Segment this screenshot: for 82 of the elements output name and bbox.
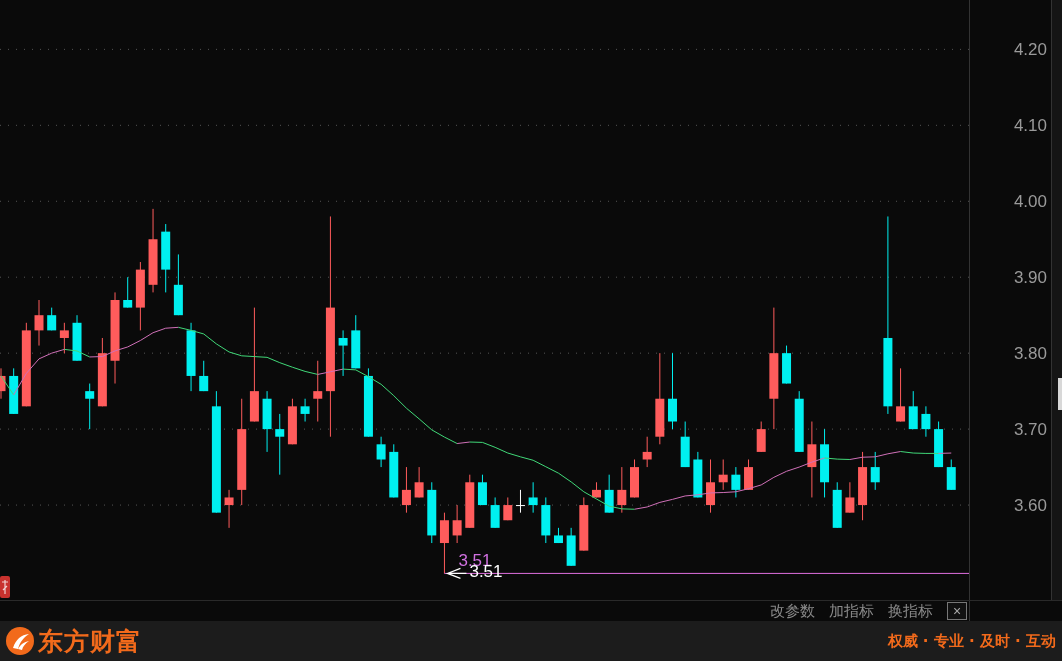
candlestick [820, 428, 830, 498]
axis-label: 3.60 [1013, 496, 1047, 516]
candlestick [731, 466, 741, 498]
candlestick [135, 261, 145, 331]
candlestick [173, 253, 183, 316]
candlestick [718, 459, 728, 491]
scrollbar[interactable] [1052, 0, 1062, 600]
candlestick [908, 390, 918, 430]
candlestick [59, 322, 69, 354]
candlestick [832, 481, 842, 529]
candlestick [452, 504, 462, 544]
close-button[interactable]: × [947, 602, 967, 620]
candlestick [9, 367, 19, 415]
candlestick [351, 314, 361, 369]
candlestick [858, 451, 868, 521]
axis-label: 4.00 [1013, 192, 1047, 212]
brand-name: 东方财富 [38, 625, 142, 658]
candlestick [199, 360, 209, 392]
candlestick [515, 489, 525, 514]
axis-label: 3.90 [1013, 268, 1047, 288]
candlestick [161, 223, 171, 293]
candlestick [503, 496, 513, 521]
toolbar-link[interactable]: 换指标 [888, 602, 933, 620]
candlestick [338, 329, 348, 377]
candlestick [642, 436, 652, 468]
candlestick [554, 527, 563, 544]
candlestick [870, 451, 880, 491]
candlestick [72, 314, 82, 362]
candlestick [427, 481, 437, 544]
candlestick [85, 383, 95, 430]
candlestick [604, 474, 614, 514]
badge-icon [0, 576, 10, 598]
candlestick [477, 474, 487, 506]
candlestick [541, 496, 551, 544]
candlestick [376, 436, 386, 468]
candlestick [490, 496, 500, 529]
candlestick [97, 337, 107, 407]
axis-label: 4.20 [1013, 40, 1047, 60]
candlestick [186, 322, 196, 392]
candlestick [123, 276, 133, 309]
candlestick [389, 443, 399, 498]
candlestick [946, 459, 956, 491]
candlestick [630, 459, 639, 498]
candlestick [47, 307, 57, 331]
slogan: 权威 · 专业 · 及时 · 互动 [887, 631, 1056, 651]
candlestick [592, 481, 601, 498]
candlestick [744, 459, 754, 491]
toolbar-link[interactable]: 加指标 [829, 602, 874, 620]
axis-label: 3.70 [1013, 420, 1047, 440]
candlestick [693, 451, 703, 498]
candlestick [845, 481, 855, 514]
candlestick [363, 367, 373, 438]
candlestick [617, 466, 627, 514]
candlestick [896, 367, 906, 422]
candlestick [566, 527, 576, 567]
candlestick [287, 398, 297, 445]
candlestick [34, 299, 44, 347]
candlestick [706, 459, 715, 514]
scrollbar-thumb[interactable] [1058, 378, 1062, 410]
candlestick [934, 421, 944, 468]
candlestick [401, 466, 411, 514]
logo-icon [6, 627, 34, 655]
candlestick [782, 345, 792, 385]
candlestick [224, 489, 234, 529]
candlestick [439, 512, 449, 574]
candlestick [313, 360, 323, 422]
candlestick [579, 496, 589, 552]
candlestick [414, 466, 424, 498]
candlestick [528, 481, 538, 514]
candlestick [262, 390, 272, 453]
candlestick [275, 413, 285, 476]
axis-label: 3.80 [1013, 344, 1047, 364]
arrow-icon [445, 567, 468, 579]
candlestick [0, 367, 6, 400]
candlestick [921, 405, 931, 438]
candlestick [680, 421, 690, 468]
candlestick [465, 474, 475, 529]
candlestick [300, 398, 310, 422]
candlestick [756, 421, 766, 453]
axis-label: 4.10 [1013, 116, 1047, 136]
toolbar-link[interactable]: 改参数 [770, 602, 815, 620]
candlestick [794, 390, 804, 453]
